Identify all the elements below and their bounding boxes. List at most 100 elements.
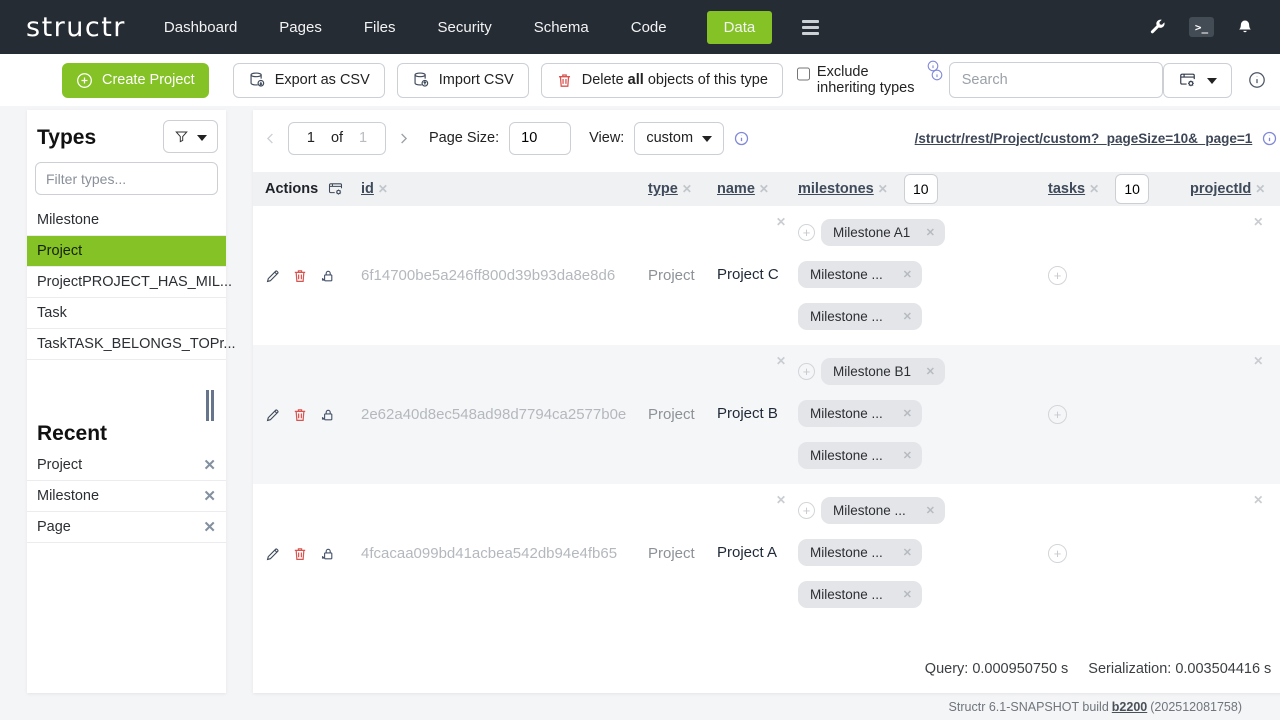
delete-icon[interactable] (292, 407, 308, 423)
add-milestone-icon[interactable]: + (798, 224, 815, 241)
add-milestone-icon[interactable]: + (798, 502, 815, 519)
access-control-icon[interactable] (319, 546, 335, 562)
clear-name-icon[interactable]: ✕ (776, 493, 786, 507)
remove-milestone-icon[interactable]: ✕ (926, 504, 935, 517)
sidebar-item-tasktask-belongs-topr[interactable]: TaskTASK_BELONGS_TOPr... (27, 329, 226, 360)
remove-milestone-icon[interactable]: ✕ (903, 407, 912, 420)
remove-milestone-icon[interactable]: ✕ (903, 588, 912, 601)
column-header-projectid[interactable]: projectId (1190, 181, 1251, 197)
clear-name-icon[interactable]: ✕ (776, 215, 786, 229)
remove-milestone-icon[interactable]: ✕ (926, 365, 935, 378)
exclude-inheriting-checkbox-input[interactable] (797, 67, 810, 81)
sidebar-resize-handle[interactable] (206, 390, 214, 421)
milestones-page-size-input[interactable] (904, 174, 938, 204)
terminal-icon[interactable]: >_ (1189, 17, 1214, 37)
add-task-icon[interactable]: + (1048, 266, 1067, 285)
milestone-chip[interactable]: Milestone ... ✕ (821, 497, 945, 524)
add-task-icon[interactable]: + (1048, 405, 1067, 424)
recent-item-milestone[interactable]: Milestone ✕ (27, 481, 226, 512)
column-header-name[interactable]: name (717, 181, 755, 197)
nav-item-dashboard[interactable]: Dashboard (162, 11, 239, 44)
remove-recent-icon[interactable]: ✕ (203, 456, 216, 474)
milestone-chip[interactable]: Milestone ... ✕ (798, 581, 922, 608)
remove-recent-icon[interactable]: ✕ (203, 487, 216, 505)
milestone-chip[interactable]: Milestone A1 ✕ (821, 219, 945, 246)
sidebar-item-projectproject-has-mil[interactable]: ProjectPROJECT_HAS_MIL... (27, 267, 226, 298)
import-csv-button[interactable]: Import CSV (397, 63, 529, 98)
clear-projectid-icon[interactable]: ✕ (1253, 215, 1263, 229)
milestone-chip[interactable]: Milestone ... ✕ (798, 261, 922, 288)
edit-icon[interactable] (265, 546, 281, 562)
exclude-inheriting-checkbox[interactable]: Exclude inheriting types (797, 64, 937, 96)
nav-item-pages[interactable]: Pages (277, 11, 324, 44)
hamburger-menu-icon[interactable] (802, 20, 819, 35)
edit-icon[interactable] (265, 268, 281, 284)
tasks-page-size-input[interactable] (1115, 174, 1149, 204)
nav-item-code[interactable]: Code (629, 11, 669, 44)
rest-url-link[interactable]: /structr/rest/Project/custom?_pageSize=1… (915, 131, 1253, 146)
info-icon[interactable] (1262, 131, 1277, 146)
info-icon[interactable] (925, 64, 936, 86)
delete-icon[interactable] (292, 546, 308, 562)
filter-types-input[interactable] (35, 162, 218, 195)
access-control-icon[interactable] (319, 407, 335, 423)
access-control-icon[interactable] (319, 268, 335, 284)
column-header-id[interactable]: id (361, 181, 374, 197)
clear-name-icon[interactable]: ✕ (776, 354, 786, 368)
info-icon[interactable] (734, 131, 749, 146)
recent-item-page[interactable]: Page ✕ (27, 512, 226, 543)
remove-column-icon[interactable]: ✕ (378, 182, 388, 196)
export-csv-button[interactable]: Export as CSV (233, 63, 385, 98)
table-gear-icon[interactable] (327, 181, 344, 197)
milestone-chip[interactable]: Milestone ... ✕ (798, 400, 922, 427)
configure-columns-button[interactable] (1163, 63, 1232, 98)
name-value[interactable]: Project B (717, 405, 778, 424)
name-value[interactable]: Project C (717, 266, 779, 285)
info-icon[interactable] (1248, 71, 1266, 89)
bell-icon[interactable] (1236, 18, 1254, 37)
remove-column-icon[interactable]: ✕ (878, 182, 888, 196)
remove-recent-icon[interactable]: ✕ (203, 518, 216, 536)
nav-item-files[interactable]: Files (362, 11, 398, 44)
remove-milestone-icon[interactable]: ✕ (903, 546, 912, 559)
clear-projectid-icon[interactable]: ✕ (1253, 493, 1263, 507)
milestone-chip[interactable]: Milestone ... ✕ (798, 539, 922, 566)
wrench-icon[interactable] (1148, 18, 1167, 37)
name-value[interactable]: Project A (717, 544, 777, 563)
column-header-type[interactable]: type (648, 181, 678, 197)
next-page-icon[interactable] (396, 131, 411, 146)
remove-column-icon[interactable]: ✕ (1255, 182, 1265, 196)
add-milestone-icon[interactable]: + (798, 363, 815, 380)
sidebar-item-project[interactable]: Project (27, 236, 226, 267)
sidebar-item-task[interactable]: Task (27, 298, 226, 329)
delete-all-button[interactable]: Delete all objects of this type (541, 63, 783, 98)
column-header-milestones[interactable]: milestones (798, 181, 874, 197)
remove-milestone-icon[interactable]: ✕ (903, 449, 912, 462)
sidebar-item-milestone[interactable]: Milestone (27, 205, 226, 236)
edit-icon[interactable] (265, 407, 281, 423)
column-header-tasks[interactable]: tasks (1048, 181, 1085, 197)
build-link[interactable]: b2200 (1112, 700, 1147, 714)
search-input[interactable] (949, 62, 1163, 98)
remove-milestone-icon[interactable]: ✕ (903, 310, 912, 323)
remove-column-icon[interactable]: ✕ (1089, 182, 1099, 196)
remove-milestone-icon[interactable]: ✕ (926, 226, 935, 239)
nav-item-security[interactable]: Security (436, 11, 494, 44)
milestone-chip[interactable]: Milestone B1 ✕ (821, 358, 945, 385)
milestone-chip[interactable]: Milestone ... ✕ (798, 303, 922, 330)
recent-item-project[interactable]: Project ✕ (27, 450, 226, 481)
remove-milestone-icon[interactable]: ✕ (903, 268, 912, 281)
view-select[interactable]: custom (634, 122, 724, 155)
type-filter-button[interactable] (163, 120, 218, 153)
previous-page-icon[interactable] (263, 131, 278, 146)
milestone-chip[interactable]: Milestone ... ✕ (798, 442, 922, 469)
nav-item-data[interactable]: Data (707, 11, 773, 44)
add-task-icon[interactable]: + (1048, 544, 1067, 563)
remove-column-icon[interactable]: ✕ (759, 182, 769, 196)
nav-item-schema[interactable]: Schema (532, 11, 591, 44)
delete-icon[interactable] (292, 268, 308, 284)
remove-column-icon[interactable]: ✕ (682, 182, 692, 196)
page-size-input[interactable] (509, 122, 571, 155)
clear-projectid-icon[interactable]: ✕ (1253, 354, 1263, 368)
create-project-button[interactable]: Create Project (62, 63, 209, 98)
